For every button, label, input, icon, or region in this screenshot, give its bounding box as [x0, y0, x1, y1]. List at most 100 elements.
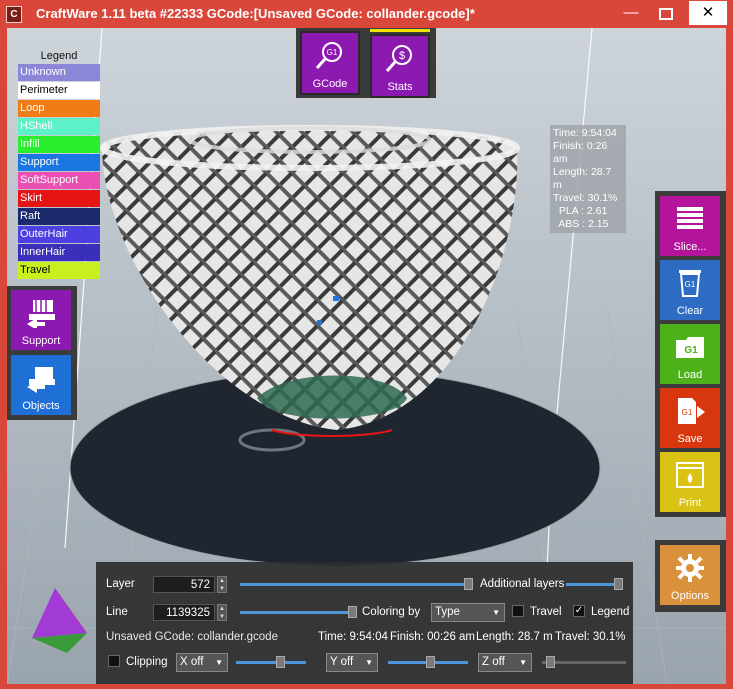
coloring-by-label: Coloring by: [362, 606, 421, 618]
legend-item: Loop: [18, 100, 100, 117]
layer-slider-track[interactable]: [240, 583, 470, 586]
clear-button-label: Clear: [676, 305, 704, 317]
legend-item: Travel: [18, 262, 100, 279]
save-button-label: Save: [677, 433, 703, 445]
clipping-label: Clipping: [126, 656, 168, 668]
options-button[interactable]: Options: [660, 545, 720, 605]
gear-icon: [676, 554, 704, 582]
x-clip-select[interactable]: X off ▼: [176, 653, 228, 672]
legend-item: SoftSupport: [18, 172, 100, 189]
line-input[interactable]: 1139325: [153, 604, 215, 621]
objects-icon: [27, 367, 55, 393]
stats-line: ABS : 2.15: [553, 218, 609, 230]
support-button-label: Support: [21, 335, 61, 347]
chevron-down-icon: ▼: [492, 608, 500, 617]
coloring-by-value: Type: [435, 606, 460, 618]
line-slider-track[interactable]: [240, 611, 352, 614]
save-button[interactable]: G1 Save: [660, 388, 720, 448]
maximize-icon: [659, 8, 673, 20]
legend-title: Legend: [40, 50, 78, 62]
3d-viewport[interactable]: G1 GCode $ Stats Legend Unknown Perimeter…: [7, 28, 726, 684]
line-spin-button[interactable]: ▲ ▼: [217, 604, 227, 621]
travel-checkbox[interactable]: [512, 605, 524, 617]
x-clip-slider-thumb[interactable]: [276, 656, 285, 668]
layer-slider-thumb[interactable]: [464, 578, 473, 590]
chevron-down-icon: ▼: [365, 658, 373, 667]
app-window: C CraftWare 1.11 beta #22333 GCode:[Unsa…: [0, 0, 733, 689]
checkmark-icon: ✓: [574, 605, 584, 616]
stats-line: PLA : 2.61: [553, 205, 608, 217]
load-button[interactable]: G1 Load: [660, 324, 720, 384]
save-icon: G1: [678, 398, 705, 424]
app-logo-icon: C: [6, 6, 22, 23]
coloring-by-select[interactable]: Type ▼: [431, 603, 505, 622]
z-clip-slider-thumb[interactable]: [546, 656, 555, 668]
close-button[interactable]: ✕: [689, 1, 727, 25]
support-button[interactable]: Support: [11, 290, 71, 350]
print-icon: [676, 462, 704, 488]
travel-label: Travel: [530, 606, 562, 618]
gcode-button-label: GCode: [312, 78, 348, 90]
slice-button[interactable]: Slice...: [660, 196, 720, 256]
status-length: Length: 28.7 m: [476, 631, 553, 643]
y-clip-slider-thumb[interactable]: [426, 656, 435, 668]
layer-control-panel: Layer 572 ▲ ▼ Additional layers Line 1139…: [96, 562, 633, 684]
additional-layers-label: Additional layers: [480, 578, 565, 590]
stats-active-indicator: [370, 29, 430, 32]
stats-line: Time: 9:54:04: [553, 127, 617, 139]
maximize-button[interactable]: [647, 1, 685, 25]
legend-item: OuterHair: [18, 226, 100, 243]
gcode-button[interactable]: G1 GCode: [300, 31, 360, 95]
layer-input[interactable]: 572: [153, 576, 215, 593]
svg-text:G1: G1: [327, 48, 338, 57]
line-slider-thumb[interactable]: [348, 606, 357, 618]
clear-button[interactable]: G1 Clear: [660, 260, 720, 320]
x-clip-slider-track[interactable]: [236, 661, 306, 664]
minimize-icon: —: [623, 4, 639, 21]
svg-text:G1: G1: [684, 345, 698, 356]
x-clip-value: X off: [180, 656, 204, 668]
additional-layers-slider-track[interactable]: [566, 583, 620, 586]
svg-text:G1: G1: [682, 408, 693, 417]
stats-line: Finish: 0:26 am: [553, 140, 608, 165]
legend-item: Perimeter: [18, 82, 100, 99]
window-title: CraftWare 1.11 beta #22333 GCode:[Unsave…: [36, 6, 475, 21]
legend-label: Legend: [591, 606, 630, 618]
svg-text:G1: G1: [685, 280, 696, 289]
legend-checkbox[interactable]: ✓: [573, 605, 585, 617]
status-time: Time: 9:54:04: [318, 631, 388, 643]
z-clip-select[interactable]: Z off ▼: [478, 653, 532, 672]
layer-spin-button[interactable]: ▲ ▼: [217, 576, 227, 593]
print-button-label: Print: [678, 497, 702, 509]
layer-label: Layer: [106, 578, 135, 590]
legend-item: Infill: [18, 136, 100, 153]
stats-line: Length: 28.7 m: [553, 166, 612, 191]
legend-item: Skirt: [18, 190, 100, 207]
clipping-checkbox[interactable]: [108, 655, 120, 667]
legend-panel: Legend Unknown Perimeter Loop HShell Infill S…: [18, 50, 100, 280]
line-label: Line: [106, 606, 128, 618]
svg-text:$: $: [399, 50, 405, 62]
y-clip-select[interactable]: Y off ▼: [326, 653, 378, 672]
chevron-down-icon: ▼: [519, 658, 527, 667]
folder-icon: G1: [676, 337, 704, 358]
stats-button[interactable]: $ Stats: [370, 34, 430, 98]
additional-layers-slider-thumb[interactable]: [614, 578, 623, 590]
y-clip-value: Y off: [330, 656, 354, 668]
stats-line: Travel: 30.1%: [553, 192, 618, 204]
options-button-label: Options: [671, 590, 709, 602]
print-button[interactable]: Print: [660, 452, 720, 512]
objects-button[interactable]: Objects: [11, 355, 71, 415]
magnifier-icon: $: [385, 45, 412, 72]
z-clip-value: Z off: [482, 656, 505, 668]
legend-item: InnerHair: [18, 244, 100, 261]
legend-item: Unknown: [18, 64, 100, 81]
minimize-button[interactable]: —: [612, 1, 650, 25]
support-icon: [27, 300, 55, 328]
trash-icon: G1: [679, 270, 701, 297]
magnifier-icon: G1: [315, 42, 342, 69]
status-file: Unsaved GCode: collander.gcode: [106, 631, 278, 643]
load-button-label: Load: [677, 369, 703, 381]
chevron-down-icon: ▼: [215, 658, 223, 667]
objects-button-label: Objects: [22, 400, 60, 412]
